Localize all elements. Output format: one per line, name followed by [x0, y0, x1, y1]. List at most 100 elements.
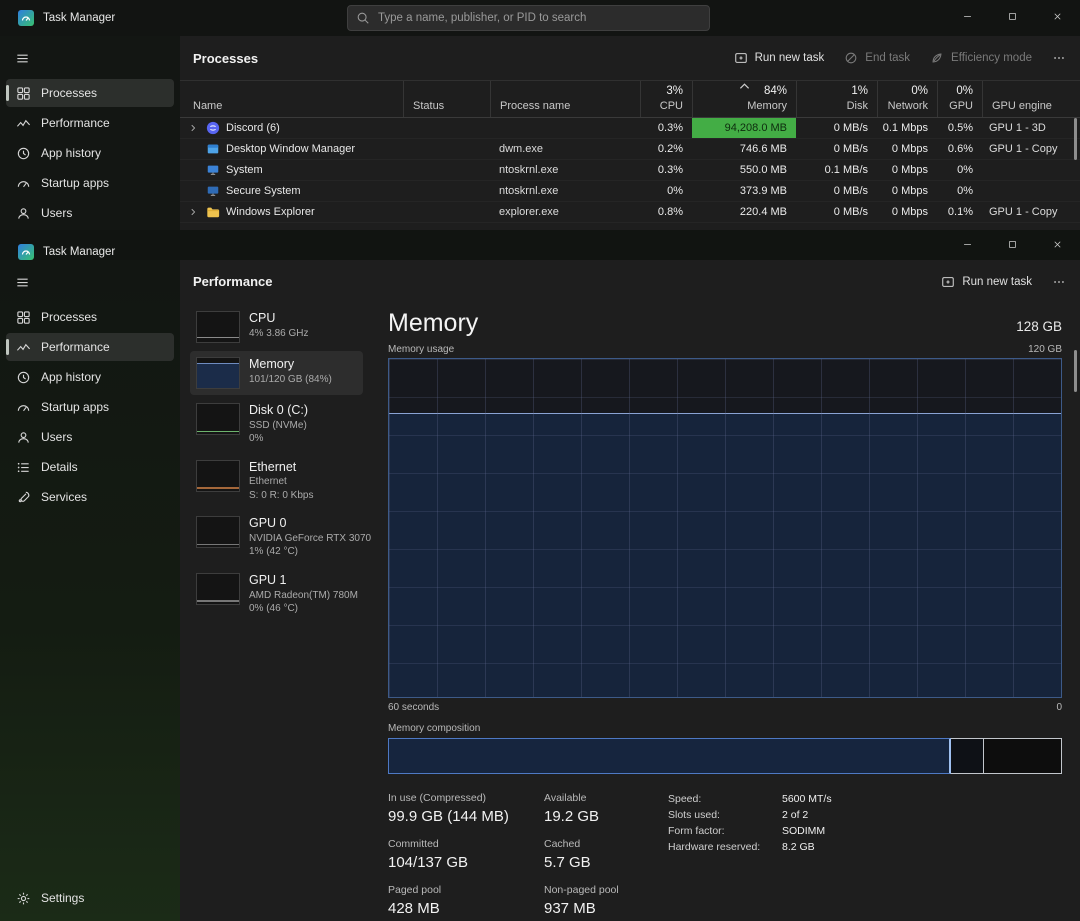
sidebar-item-performance[interactable]: Performance — [6, 333, 174, 361]
perf-item-memory[interactable]: Memory 101/120 GB (84%) — [190, 351, 363, 395]
column-header-gpu[interactable]: 0% GPU — [937, 81, 982, 117]
end-task-button[interactable]: End task — [844, 51, 910, 65]
sidebar-item-services[interactable]: Services — [6, 483, 174, 511]
status-cell — [403, 160, 490, 180]
sidebar-item-users[interactable]: Users — [6, 199, 174, 227]
status-cell — [403, 202, 490, 222]
cpu-cell: 0.2% — [640, 139, 692, 159]
table-row[interactable]: Secure System ntoskrnl.exe 0% 373.9 MB 0… — [180, 181, 1080, 202]
perf-item-ethernet[interactable]: Ethernet Ethernet S: 0 R: 0 Kbps — [190, 454, 363, 509]
table-row[interactable]: Desktop Window Manager dwm.exe 0.2% 746.… — [180, 139, 1080, 160]
efficiency-mode-label: Efficiency mode — [951, 52, 1032, 64]
minimize-icon — [962, 11, 973, 22]
expand-chevron-icon[interactable] — [188, 207, 198, 217]
disk-cell: 0 MB/s — [796, 118, 877, 138]
run-new-task-button[interactable]: Run new task — [734, 51, 825, 65]
sidebar-item-performance[interactable]: Performance — [6, 109, 174, 137]
minimize-button[interactable] — [945, 0, 990, 32]
run-new-task-label: Run new task — [755, 52, 825, 64]
cpu-cell: 0.3% — [640, 118, 692, 138]
perf-item-cpu[interactable]: CPU 4% 3.86 GHz — [190, 305, 363, 349]
sidebar-item-app-history[interactable]: App history — [6, 363, 174, 391]
memory-composition-bar[interactable] — [388, 738, 1062, 774]
toolbar-actions: Run new task End task Efficiency mode — [734, 51, 1066, 65]
table-row[interactable]: Discord (6) 0.3% 94,208.0 MB 0 MB/s 0.1 … — [180, 118, 1080, 139]
page-title: Performance — [193, 274, 272, 289]
maximize-button[interactable] — [990, 0, 1035, 32]
memory-usage-fill — [389, 413, 1061, 697]
sidebar-item-startup-apps[interactable]: Startup apps — [6, 393, 174, 421]
sidebar-item-label: Performance — [41, 340, 110, 354]
disk-cell: 0 MB/s — [796, 139, 877, 159]
perf-item-title: GPU 1 — [249, 573, 358, 589]
hamburger-icon — [15, 275, 30, 290]
window-controls — [945, 230, 1080, 258]
more-options-button[interactable] — [1052, 51, 1066, 65]
ethernet-graph-thumbnail — [196, 460, 240, 492]
column-header-name[interactable]: Name — [180, 81, 403, 117]
memory-graph-thumbnail — [196, 357, 240, 389]
search-input[interactable] — [347, 5, 710, 31]
stat-in-use: In use (Compressed) 99.9 GB (144 MB) — [388, 792, 530, 825]
memory-usage-label: Memory usage — [388, 344, 454, 355]
sidebar-item-settings[interactable]: Settings — [6, 884, 174, 912]
app-identity: Task Manager — [0, 230, 115, 260]
scrollbar[interactable] — [1074, 350, 1077, 392]
hamburger-icon — [15, 51, 30, 66]
sidebar-item-processes[interactable]: Processes — [6, 303, 174, 331]
memory-usage-chart[interactable] — [388, 358, 1062, 698]
app-title: Task Manager — [43, 12, 115, 24]
column-header-disk[interactable]: 1% Disk — [796, 81, 877, 117]
sidebar-item-label: Performance — [41, 116, 110, 130]
perf-item-sub: S: 0 R: 0 Kbps — [249, 489, 313, 503]
perf-item-title: CPU — [249, 311, 308, 327]
detail-speed: Speed: 5600 MT/s — [668, 793, 832, 805]
cpu-cell: 0% — [640, 181, 692, 201]
minimize-button[interactable] — [945, 230, 990, 258]
stat-paged-pool: Paged pool 428 MB — [388, 884, 530, 917]
sidebar-item-users[interactable]: Users — [6, 423, 174, 451]
perf-item-disk[interactable]: Disk 0 (C:) SSD (NVMe) 0% — [190, 397, 363, 452]
column-header-process-name[interactable]: Process name — [490, 81, 640, 117]
table-row[interactable]: Windows Explorer explorer.exe 0.8% 220.4… — [180, 202, 1080, 223]
network-cell: 0 Mbps — [877, 181, 937, 201]
cpu-graph-thumbnail — [196, 311, 240, 343]
minimize-icon — [962, 239, 973, 250]
sidebar-item-details[interactable]: Details — [6, 453, 174, 481]
maximize-button[interactable] — [990, 230, 1035, 258]
menu-button[interactable] — [6, 44, 38, 72]
scrollbar[interactable] — [1074, 118, 1077, 160]
disk-graph-thumbnail — [196, 403, 240, 435]
sidebar-item-app-history[interactable]: App history — [6, 139, 174, 167]
services-icon — [16, 490, 31, 505]
titlebar[interactable]: Task Manager — [0, 0, 1080, 36]
stat-non-paged-pool: Non-paged pool 937 MB — [544, 884, 650, 917]
column-header-network[interactable]: 0% Network — [877, 81, 937, 117]
run-new-task-button[interactable]: Run new task — [941, 275, 1032, 289]
close-button[interactable] — [1035, 0, 1080, 32]
sidebar-item-startup-apps[interactable]: Startup apps — [6, 169, 174, 197]
menu-button[interactable] — [6, 268, 38, 296]
perf-item-gpu1[interactable]: GPU 1 AMD Radeon(TM) 780M 0% (46 °C) — [190, 567, 363, 622]
perf-item-sub: 0% — [249, 432, 308, 446]
column-header-gpu-engine[interactable]: GPU engine — [982, 81, 1080, 117]
perf-item-gpu0[interactable]: GPU 0 NVIDIA GeForce RTX 3070 1% (42 °C) — [190, 510, 363, 565]
status-cell — [403, 181, 490, 201]
run-new-task-icon — [734, 51, 748, 65]
close-button[interactable] — [1035, 230, 1080, 258]
column-header-memory[interactable]: 84% Memory — [692, 81, 796, 117]
more-options-button[interactable] — [1052, 275, 1066, 289]
close-icon — [1052, 239, 1063, 250]
app-history-icon — [16, 370, 31, 385]
table-row[interactable]: System ntoskrnl.exe 0.3% 550.0 MB 0.1 MB… — [180, 160, 1080, 181]
column-header-status[interactable]: Status — [403, 81, 490, 117]
sidebar-item-processes[interactable]: Processes — [6, 79, 174, 107]
perf-item-sub: Ethernet — [249, 475, 313, 489]
expand-chevron-icon[interactable] — [188, 123, 198, 133]
efficiency-mode-button[interactable]: Efficiency mode — [930, 51, 1032, 65]
sidebar-item-label: Startup apps — [41, 176, 109, 190]
memory-cell: 550.0 MB — [692, 160, 796, 180]
processes-content: Processes Run new task End task Efficien… — [180, 36, 1080, 230]
column-header-cpu[interactable]: 3% CPU — [640, 81, 692, 117]
titlebar[interactable]: Task Manager — [0, 230, 1080, 260]
